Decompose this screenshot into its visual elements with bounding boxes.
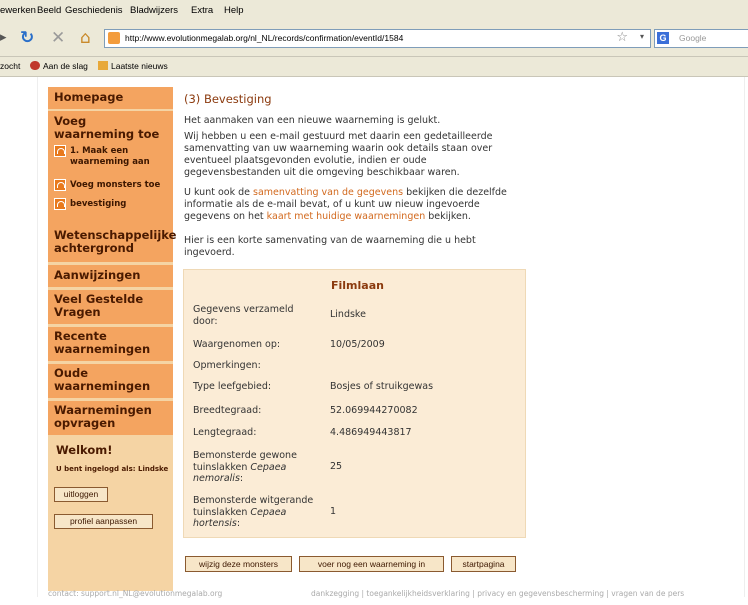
summary-panel: Filmlaan Gegevens verzameld door: Lindsk… [183,269,526,538]
sidebar-item-science[interactable]: Wetenschappelijke achtergrond [48,225,176,262]
menu-tools[interactable]: Extra [191,5,213,16]
success-message: Het aanmaken van een nieuwe waarneming i… [184,115,441,126]
map-link[interactable]: kaart met huidige waarnemingen [267,211,426,222]
white-snails-label: Bemonsterde witgerande tuinslakken Cepae… [193,495,314,529]
sidebar-item-instructions[interactable]: Aanwijzingen [48,265,173,287]
sidebar: Homepage Voeg waarneming toe 1. Maak een… [48,87,176,591]
menu-history[interactable]: Geschiedenis [65,5,123,16]
summary-title: Filmlaan [331,279,384,292]
new-observation-button[interactable]: voer nog een waarneming in [299,556,444,572]
white-snails-value: 1 [330,506,337,517]
search-box[interactable]: G Google [654,29,748,48]
sidebar-item-old[interactable]: Oude waarnemingen [48,364,173,398]
bookmark-searched[interactable]: zocht [0,61,20,71]
navigation-toolbar: ▸ ↻ ✕ ⌂ http://www.evolutionmegalab.org/… [0,22,748,57]
rss-folder-icon [98,61,108,70]
latitude-value: 52.069944270082 [330,405,418,416]
logged-in-text: U bent ingelogd als: Lindske [56,465,169,473]
start-page-button[interactable]: startpagina [451,556,516,572]
common-snails-label: Bemonsterde gewone tuinslakken Cepaea ne… [193,450,297,484]
welcome-title: Welkom! [56,443,113,457]
habitat-label: Type leefgebied: [193,381,272,392]
menu-bookmarks[interactable]: Bladwijzers [130,5,178,16]
url-dropdown-icon[interactable]: ▾ [640,32,644,41]
home-icon[interactable]: ⌂ [80,28,91,48]
step-2-icon [54,179,66,191]
summary-intro: Hier is een korte samenvating van de waa… [184,235,476,258]
view-info-a: U kunt ook de [184,187,254,198]
menu-view[interactable]: Beeld [37,5,61,16]
sidebar-item-add-observation[interactable]: Voeg waarneming toe [54,115,166,141]
footer-links[interactable]: dankzegging | toegankelijkheidsverklarin… [311,589,684,598]
reload-icon[interactable]: ↻ [20,28,34,48]
address-bar[interactable]: http://www.evolutionmegalab.org/nl_NL/re… [104,29,651,48]
summary-link[interactable]: samenvatting van de gegevens [253,187,403,198]
sidebar-item-faq[interactable]: Veel Gestelde Vragen [48,290,173,324]
site-favicon-icon [108,32,120,44]
sidebar-step-1[interactable]: 1. Maak een waarneming aan [70,146,165,168]
notes-label: Opmerkingen: [193,360,261,371]
collected-by-label: Gegevens verzameld door: [193,304,294,327]
bookmarks-toolbar: zocht Aan de slag Laatste nieuws [0,57,748,77]
getting-started-icon [30,61,40,70]
longitude-label: Lengtegraad: [193,427,257,438]
habitat-value: Bosjes of struikgewas [330,381,434,392]
latitude-label: Breedtegraad: [193,405,262,416]
email-info: Wij hebben u een e-mail gestuurd met daa… [184,131,493,178]
stop-icon[interactable]: ✕ [51,28,65,48]
sidebar-item-recent[interactable]: Recente waarnemingen [48,327,173,361]
bookmark-getting-started[interactable]: Aan de slag [30,61,88,71]
back-arrow-icon[interactable]: ▸ [0,28,7,48]
sidebar-item-query[interactable]: Waarnemingen opvragen [48,401,173,435]
bookmark-star-icon[interactable]: ☆ [616,30,628,45]
date-value: 10/05/2009 [330,339,385,350]
sidebar-step-2[interactable]: Voeg monsters toe [70,180,160,191]
edit-samples-button[interactable]: wijzig deze monsters [185,556,292,572]
bookmark-latest-news[interactable]: Laatste nieuws [98,61,168,71]
sidebar-section-add-observation: Voeg waarneming toe 1. Maak een waarnemi… [48,111,173,232]
step-1-icon [54,145,66,157]
menu-help[interactable]: Help [224,5,244,16]
menu-bar: ewerken Beeld Geschiedenis Bladwijzers E… [0,0,748,23]
welcome-box: Welkom! U bent ingelogd als: Lindske uit… [48,437,173,547]
page-title: (3) Bevestiging [184,92,272,106]
google-icon: G [657,32,669,44]
view-info-c: bekijken. [425,211,471,222]
footer-contact[interactable]: contact: support.nl_NL@evolutionmegalab.… [48,589,222,598]
menu-edit[interactable]: ewerken [0,5,36,16]
date-label: Waargenomen op: [193,339,281,350]
longitude-value: 4.486949443817 [330,427,412,438]
step-3-icon [54,198,66,210]
sidebar-step-3[interactable]: bevestiging [70,199,126,210]
url-text: http://www.evolutionmegalab.org/nl_NL/re… [125,33,404,43]
collected-by-value: Lindske [330,309,366,320]
search-placeholder: Google [679,33,707,43]
common-snails-value: 25 [330,461,343,472]
edit-profile-button[interactable]: profiel aanpassen [54,514,153,529]
logout-button[interactable]: uitloggen [54,487,108,502]
view-info: U kunt ook de samenvatting van de gegeve… [184,187,524,223]
sidebar-item-homepage[interactable]: Homepage [48,87,173,109]
